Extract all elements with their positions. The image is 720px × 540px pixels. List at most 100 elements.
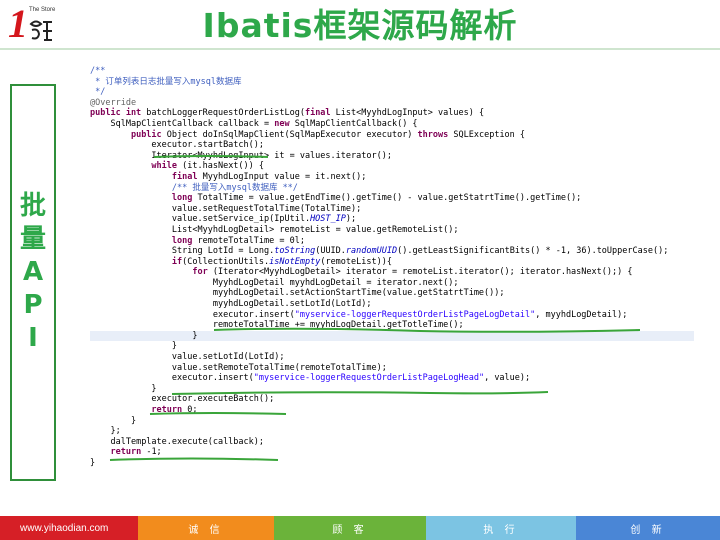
code-token: List<MyyhdLogInput> values) {	[330, 108, 485, 119]
code-token: * 订单列表日志批量写入mysql数据库	[90, 76, 242, 87]
code-token: value.setRemoteTotalTime(remoteTotalTime…	[171, 362, 387, 373]
code-token: 0;	[182, 405, 198, 415]
code-line: if(CollectionUtils.isNotEmpty(remoteList…	[90, 257, 694, 268]
code-token: executor.insert(	[171, 373, 254, 384]
code-token: };	[110, 426, 121, 437]
code-line: executor.insert("myservice-loggerRequest…	[90, 373, 694, 384]
side-label-char: I	[28, 323, 38, 353]
code-line: dalTemplate.execute(callback);	[90, 437, 694, 448]
code-token: new	[274, 118, 290, 129]
code-token: }	[192, 330, 198, 341]
code-token: (Iterator<MyyhdLogDetail> iterator = rem…	[207, 267, 633, 278]
code-token: return	[110, 447, 142, 458]
code-token: , value);	[484, 373, 531, 384]
code-token: SQLException {	[448, 129, 526, 140]
code-token: , myyhdLogDetail);	[535, 309, 628, 320]
code-token: public int	[90, 108, 142, 119]
code-line: while (it.hasNext()) {	[90, 161, 694, 172]
code-token: executor.startBatch();	[151, 140, 265, 151]
code-token: HOST_IP	[310, 214, 346, 225]
code-token: long	[171, 193, 193, 204]
code-token: executor.executeBatch();	[151, 394, 275, 405]
code-line: long remoteTotalTime = 0l;	[90, 236, 694, 247]
code-line: value.setRemoteTotalTime(remoteTotalTime…	[90, 363, 694, 374]
code-token: value.setLotId(LotId);	[171, 352, 285, 363]
code-line: long TotalTime = value.getEndTime().getT…	[90, 193, 694, 204]
footer-url: www.yihaodian.com	[0, 516, 138, 540]
code-line: remoteTotalTime += myyhdLogDetail.getTot…	[90, 320, 694, 331]
code-line: executor.executeBatch();	[90, 394, 694, 405]
code-token: Iterator<MyyhdLogInput> it = values.iter…	[151, 150, 392, 161]
code-line: for (Iterator<MyyhdLogDetail> iterator =…	[90, 267, 694, 278]
code-token: throws	[417, 129, 449, 140]
code-line: }	[90, 341, 694, 352]
code-line: }	[90, 458, 694, 469]
code-line: SqlMapClientCallback callback = new SqlM…	[90, 119, 694, 130]
code-line: /** 批量写入mysql数据库 **/	[90, 183, 694, 194]
footer-value-execution: 执 行	[426, 516, 576, 540]
code-line: value.setRequestTotalTime(TotalTime);	[90, 204, 694, 215]
footer-value-customer: 顾 客	[274, 516, 426, 540]
code-token: SqlMapClientCallback() {	[289, 118, 418, 129]
code-line: executor.startBatch();	[90, 140, 694, 151]
code-token: toString	[274, 246, 316, 257]
footer-bar: www.yihaodian.com 诚 信 顾 客 执 行 创 新	[0, 516, 720, 540]
code-token: Object doInSqlMapClient(SqlMapExecutor e…	[161, 129, 418, 140]
code-line: }	[90, 384, 694, 395]
code-token: if	[171, 256, 183, 267]
code-token: (CollectionUtils.	[182, 256, 270, 267]
footer-value-integrity: 诚 信	[138, 516, 274, 540]
code-token: (it.hasNext()) {	[177, 161, 265, 172]
code-token: }	[171, 341, 178, 352]
code-line: return -1;	[90, 447, 694, 458]
code-token: List<MyyhdLogDetail> remoteList = value.…	[171, 224, 459, 235]
code-line: };	[90, 426, 694, 437]
code-token: randomUUID	[345, 246, 398, 257]
code-token: (UUID.	[315, 246, 346, 257]
code-token: return	[151, 405, 183, 415]
code-token: }	[151, 383, 157, 394]
code-line: String LotId = Long.toString(UUID.random…	[90, 246, 694, 257]
slide-title: Ibatis框架源码解析	[202, 6, 518, 45]
code-token: );	[345, 214, 357, 225]
side-label-char: 批	[19, 191, 46, 221]
code-line: value.setLotId(LotId);	[90, 352, 694, 363]
code-token: TotalTime = value.getEndTime().getTime()…	[192, 193, 582, 204]
code-line: }	[90, 416, 694, 427]
code-token: ().getLeastSignificantBits() * -1, 36).t…	[397, 246, 669, 257]
code-token: }	[90, 457, 96, 468]
code-line: value.setService_ip(IpUtil.HOST_IP);	[90, 214, 694, 225]
code-token: remoteTotalTime += myyhdLogDetail.getTot…	[212, 320, 464, 331]
code-line: final MyyhdLogInput value = it.next();	[90, 172, 694, 183]
code-token: String LotId = Long.	[171, 246, 275, 257]
code-line: public int batchLoggerRequestOrderListLo…	[90, 108, 694, 119]
code-token: myyhdLogDetail.setLotId(LotId);	[212, 299, 372, 310]
code-token: for	[192, 267, 208, 278]
footer-value-innovation: 创 新	[576, 516, 720, 540]
code-token: public	[130, 129, 162, 140]
code-line: public Object doInSqlMapClient(SqlMapExe…	[90, 130, 694, 141]
code-token: /**	[90, 66, 106, 76]
code-line: myyhdLogDetail.setLotId(LotId);	[90, 299, 694, 310]
code-line: * 订单列表日志批量写入mysql数据库	[90, 77, 694, 88]
